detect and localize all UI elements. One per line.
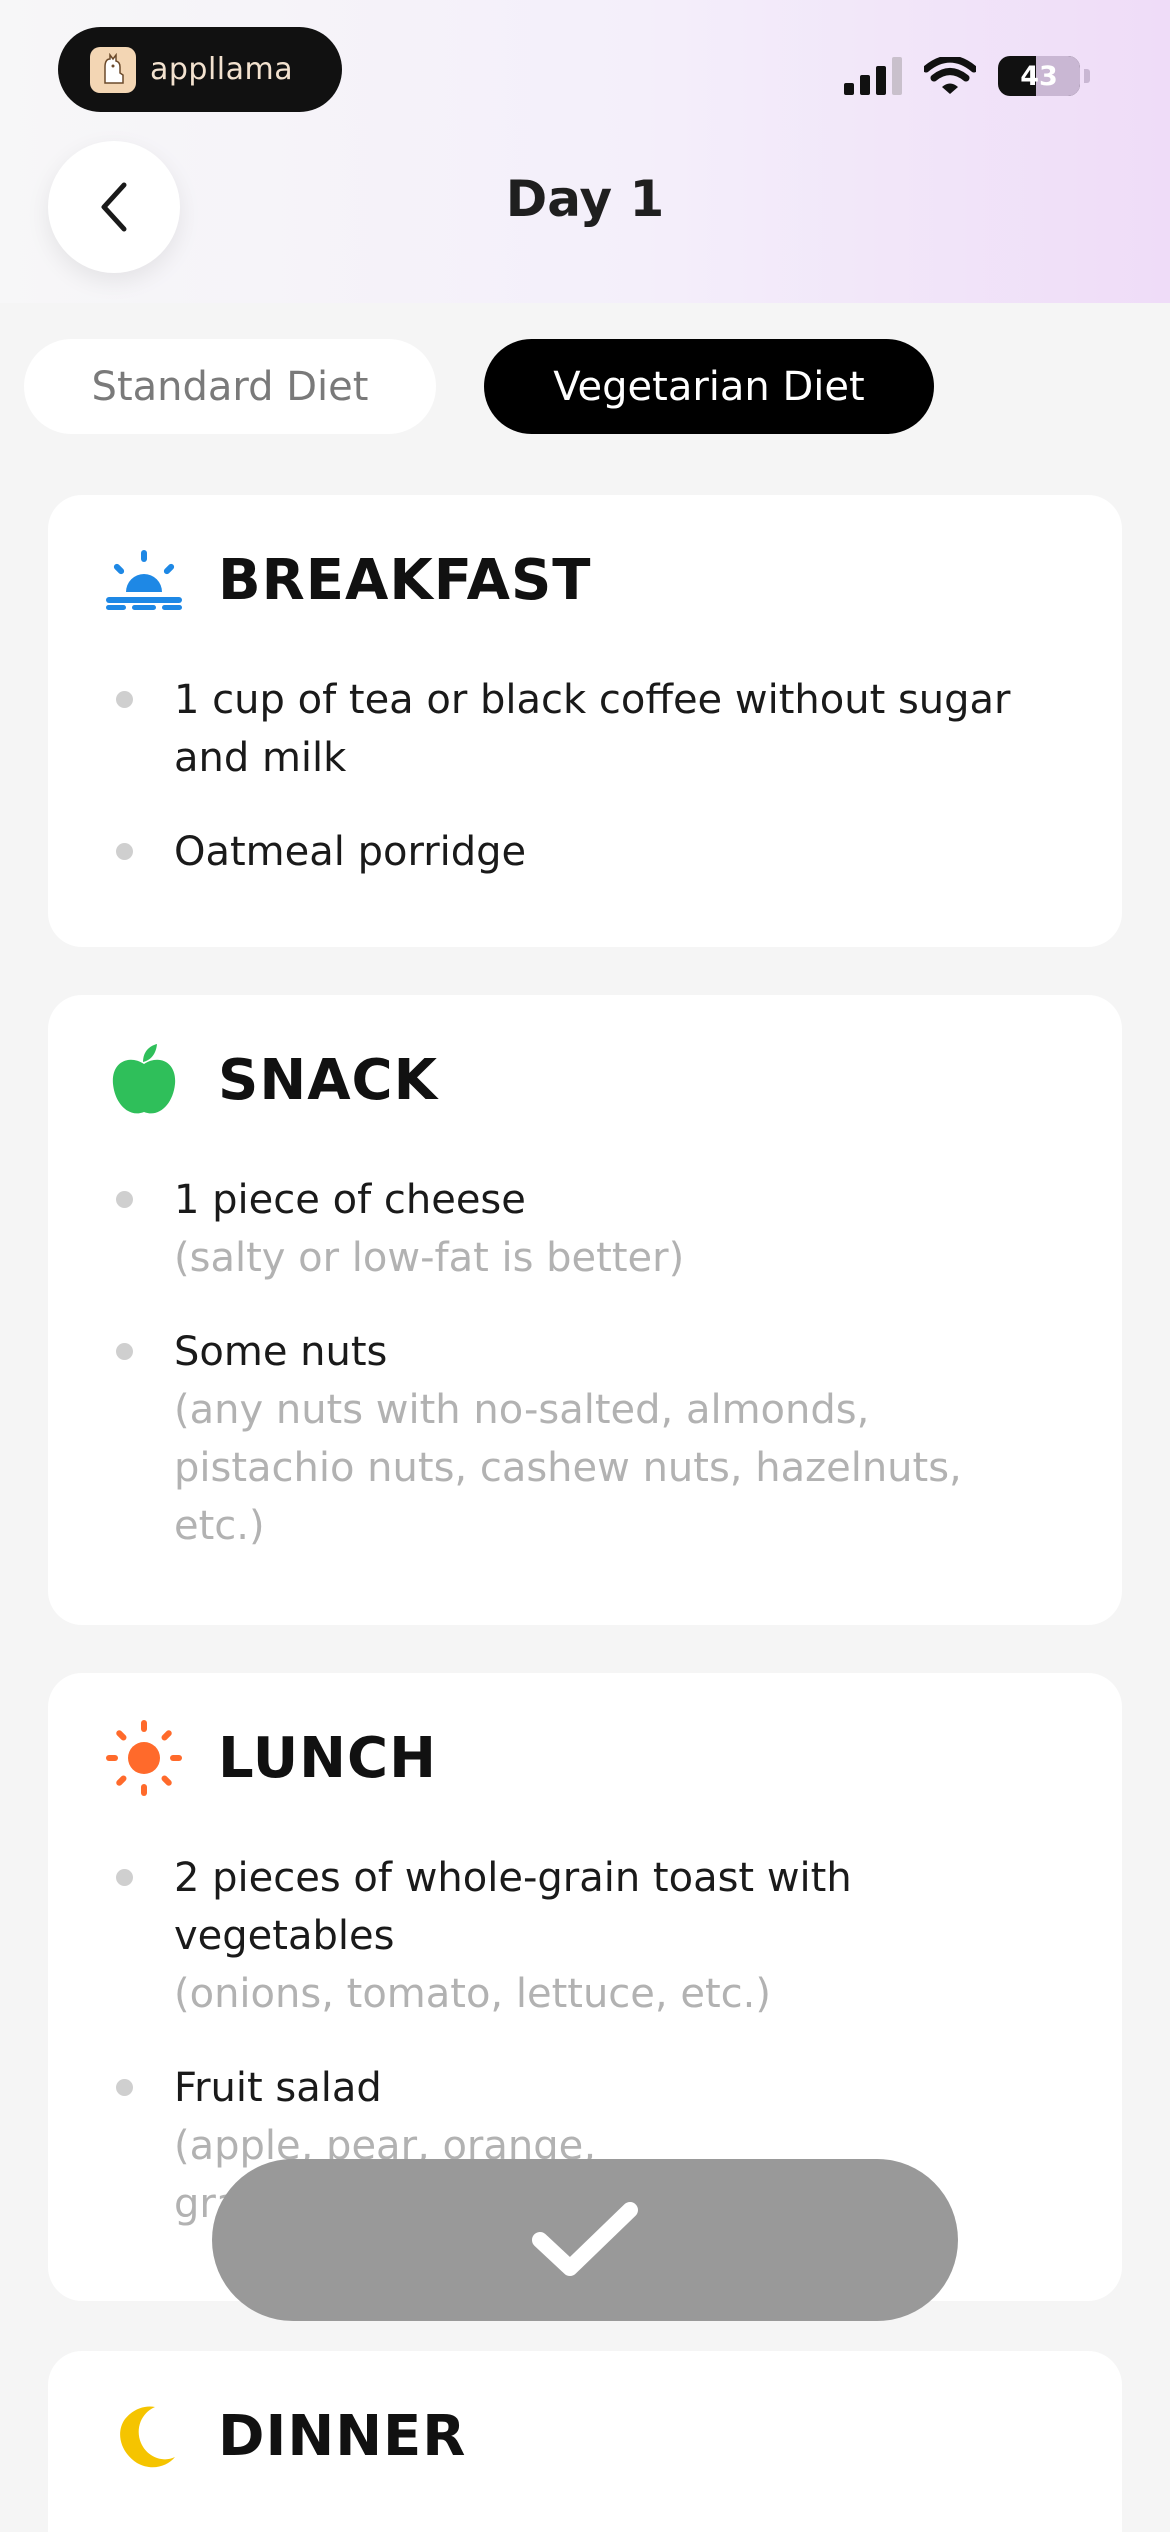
app-badge: appllama: [58, 27, 342, 112]
breakfast-title: BREAKFAST: [218, 547, 592, 613]
snack-title: SNACK: [218, 1047, 439, 1113]
bullet: [116, 1869, 133, 1886]
dinner-card: DINNER: [48, 2351, 1122, 2532]
lunch-header: LUNCH: [104, 1720, 437, 1796]
brand-name: appllama: [150, 52, 294, 87]
apple-icon: [104, 1044, 184, 1115]
wifi-icon: [924, 57, 976, 94]
llama-logo-icon: [90, 46, 136, 93]
bullet: [116, 843, 133, 860]
list-item: 1 cup of tea or black coffee without sug…: [104, 671, 1062, 787]
lunch-title: LUNCH: [218, 1725, 437, 1791]
bullet: [116, 691, 133, 708]
dinner-title: DINNER: [218, 2403, 467, 2469]
tab-standard-diet[interactable]: Standard Diet: [24, 339, 436, 434]
sun-icon: [104, 1720, 184, 1796]
battery-level: 43: [1020, 60, 1058, 92]
battery-icon: 43: [998, 56, 1080, 96]
breakfast-header: BREAKFAST: [104, 545, 592, 615]
moon-icon: [104, 2401, 184, 2471]
page-title: Day 1: [505, 170, 665, 228]
list-item: Oatmeal porridge: [104, 823, 1062, 881]
diet-day-screen: appllama 43 Day 1 Standard Diet Vegetari…: [0, 0, 1170, 2532]
signal-icon: [844, 57, 902, 95]
breakfast-card: BREAKFAST 1 cup of tea or black coffee w…: [48, 495, 1122, 947]
checkmark-icon: [532, 2202, 638, 2276]
bullet: [116, 1343, 133, 1360]
status-icons: 43: [844, 56, 1090, 96]
confirm-button[interactable]: [212, 2159, 958, 2321]
breakfast-items: 1 cup of tea or black coffee without sug…: [104, 671, 1062, 917]
list-item: 2 pieces of whole-grain toast with veget…: [104, 1849, 1062, 2023]
tab-vegetarian-diet[interactable]: Vegetarian Diet: [484, 339, 934, 434]
bullet: [116, 2079, 133, 2096]
snack-items: 1 piece of cheese (salty or low-fat is b…: [104, 1171, 1062, 1591]
list-item: Some nuts (any nuts with no-salted, almo…: [104, 1323, 1062, 1555]
list-item: 1 piece of cheese (salty or low-fat is b…: [104, 1171, 1062, 1287]
snack-header: SNACK: [104, 1044, 439, 1115]
header: appllama 43 Day 1: [0, 0, 1170, 303]
dinner-header: DINNER: [104, 2401, 466, 2471]
sunrise-icon: [104, 545, 184, 615]
snack-card: SNACK 1 piece of cheese (salty or low-fa…: [48, 995, 1122, 1625]
bullet: [116, 1191, 133, 1208]
